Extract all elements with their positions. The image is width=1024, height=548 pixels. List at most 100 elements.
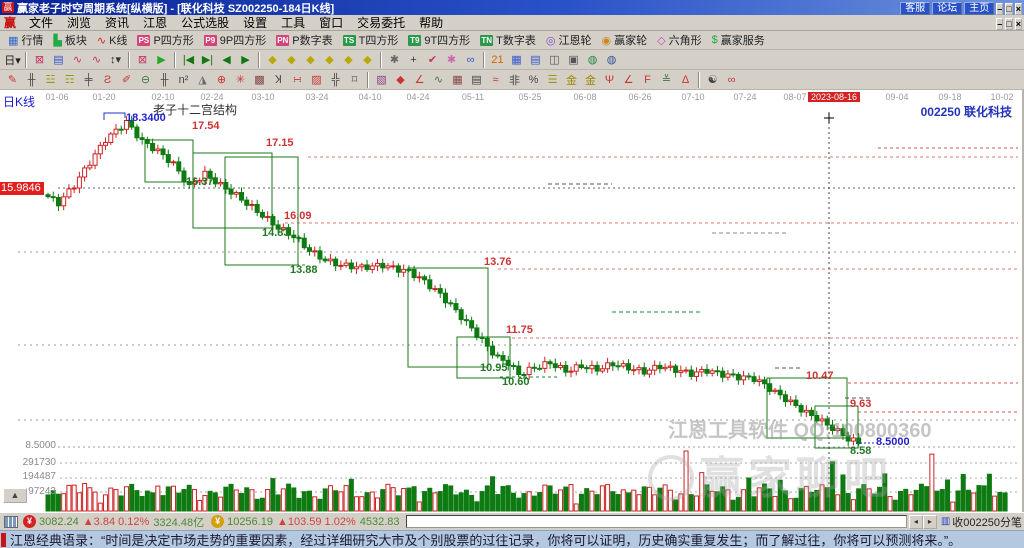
menu-设置[interactable]: 设置 — [236, 14, 274, 31]
drawing-tool-icon[interactable]: ∺ — [288, 71, 307, 89]
drawing-tool-icon[interactable]: ▨ — [307, 71, 326, 89]
tool-icon[interactable]: ◆ — [320, 51, 339, 69]
mdi-minimize-button[interactable]: – — [996, 18, 1003, 30]
tool-icon[interactable]: ⊠ — [30, 51, 49, 69]
drawing-tool-icon[interactable]: ∞ — [722, 71, 741, 89]
tool-icon[interactable]: ✱ — [385, 51, 404, 69]
tool-icon[interactable]: ◆ — [282, 51, 301, 69]
drawing-tool-icon[interactable]: 金 — [581, 71, 600, 89]
drawing-tool-icon[interactable]: ≈ — [486, 71, 505, 89]
toolbtn-行情[interactable]: ▦行情 — [3, 32, 48, 49]
drawing-tool-icon[interactable]: ◮ — [193, 71, 212, 89]
date-label[interactable]: 09-04 — [885, 92, 908, 102]
tool-icon[interactable]: ▶| — [198, 51, 217, 69]
tool-icon[interactable]: ∿ — [68, 51, 87, 69]
drawing-tool-icon[interactable]: Ʞ — [269, 71, 288, 89]
date-label[interactable]: 05-11 — [462, 92, 484, 102]
date-label[interactable]: 04-24 — [406, 92, 429, 102]
index-quote[interactable]: ¥10256.19▲103.59 1.02%4532.83 — [208, 515, 403, 528]
menu-公式选股[interactable]: 公式选股 — [174, 14, 236, 31]
drawing-tool-icon[interactable]: ╬ — [326, 71, 345, 89]
toolbtn-T四方形[interactable]: TST四方形 — [338, 32, 404, 49]
tool-icon[interactable]: ▤ — [49, 51, 68, 69]
toolbtn-T数字表[interactable]: TNT数字表 — [475, 32, 541, 49]
date-label[interactable]: 07-10 — [681, 92, 704, 102]
menu-窗口[interactable]: 窗口 — [312, 14, 350, 31]
date-label[interactable]: 03-24 — [305, 92, 328, 102]
drawing-tool-icon[interactable]: F — [638, 71, 657, 89]
date-label-selected[interactable]: 2023-08-16 — [808, 92, 860, 102]
date-label[interactable]: 07-24 — [733, 92, 756, 102]
tool-icon[interactable]: ◆ — [339, 51, 358, 69]
drawing-tool-icon[interactable]: ☶ — [60, 71, 79, 89]
drawing-tool-icon[interactable]: ▦ — [448, 71, 467, 89]
tool-icon[interactable]: ◍ — [583, 51, 602, 69]
tool-icon[interactable]: ◆ — [358, 51, 377, 69]
tool-icon[interactable]: ◆ — [301, 51, 320, 69]
drawing-tool-icon[interactable]: ∠ — [410, 71, 429, 89]
volume-pane-toggle-button[interactable]: ▲ — [3, 488, 27, 503]
menu-文件[interactable]: 文件 — [22, 14, 60, 31]
tool-icon[interactable]: ∿ — [87, 51, 106, 69]
mdi-restore-button[interactable]: □ — [1005, 18, 1012, 30]
menu-交易委托[interactable]: 交易委托 — [350, 14, 412, 31]
scroll-left-button[interactable]: ◂ — [909, 515, 923, 529]
kline-chart[interactable]: 日K线 老子十二宫结构 002250 联化科技 15.9846 江恩工具软件 Q… — [0, 90, 1024, 512]
titlebar-link[interactable]: 主页 — [964, 2, 994, 15]
date-label[interactable]: 06-26 — [628, 92, 651, 102]
date-label[interactable]: 04-10 — [358, 92, 381, 102]
tool-icon[interactable]: ▣ — [564, 51, 583, 69]
tool-icon[interactable]: ◀ — [217, 51, 236, 69]
toolbtn-9P四方形[interactable]: P99P四方形 — [199, 32, 271, 49]
tool-icon[interactable]: ∞ — [461, 51, 480, 69]
drawing-tool-icon[interactable]: ╪ — [79, 71, 98, 89]
date-label[interactable]: 03-10 — [251, 92, 274, 102]
menu-工具[interactable]: 工具 — [274, 14, 312, 31]
tick-data-link[interactable]: ▥ 收002250分笔 — [941, 514, 1022, 530]
drawing-tool-icon[interactable]: ☳ — [41, 71, 60, 89]
date-label[interactable]: 09-18 — [938, 92, 961, 102]
toolbtn-赢家服务[interactable]: $赢家服务 — [707, 32, 770, 49]
toolbtn-P数字表[interactable]: PNP数字表 — [271, 32, 337, 49]
toolbtn-K线[interactable]: ∿K线 — [92, 32, 133, 49]
horizontal-scrollbar[interactable] — [406, 515, 907, 528]
index-quote[interactable]: ¥3082.24▲3.84 0.12%3324.48亿 — [20, 514, 208, 530]
drawing-tool-icon[interactable]: ▤ — [467, 71, 486, 89]
titlebar-link[interactable]: 论坛 — [932, 2, 962, 15]
drawing-tool-icon[interactable]: % — [524, 71, 543, 89]
tool-icon[interactable]: ◍ — [602, 51, 621, 69]
drawing-tool-icon[interactable]: ☰ — [543, 71, 562, 89]
drawing-tool-icon[interactable]: ☯ — [703, 71, 722, 89]
toolbtn-赢家轮[interactable]: ◉赢家轮 — [597, 32, 653, 49]
menu-帮助[interactable]: 帮助 — [412, 14, 450, 31]
titlebar-link[interactable]: 客服 — [900, 2, 930, 15]
tool-icon[interactable]: |◀ — [179, 51, 198, 69]
date-label[interactable]: 05-25 — [518, 92, 541, 102]
menu-江恩[interactable]: 江恩 — [136, 14, 174, 31]
drawing-tool-icon[interactable]: ∿ — [429, 71, 448, 89]
toolbtn-9T四方形[interactable]: T99T四方形 — [403, 32, 475, 49]
toolbtn-板块[interactable]: ▙板块 — [48, 32, 91, 49]
drawing-tool-icon[interactable]: ⌑ — [345, 71, 364, 89]
date-label[interactable]: 08-07 — [783, 92, 806, 102]
drawing-tool-icon[interactable]: ✎ — [3, 71, 22, 89]
drawing-tool-icon[interactable]: ╫ — [22, 71, 41, 89]
drawing-tool-icon[interactable]: ✐ — [117, 71, 136, 89]
tool-icon[interactable]: ↕▾ — [106, 51, 125, 69]
tool-icon[interactable]: ▤ — [526, 51, 545, 69]
tool-icon[interactable]: ✱ — [442, 51, 461, 69]
drawing-tool-icon[interactable]: 金 — [562, 71, 581, 89]
toolbtn-P四方形[interactable]: PSP四方形 — [132, 32, 198, 49]
drawing-tool-icon[interactable]: ≚ — [657, 71, 676, 89]
toolbtn-江恩轮[interactable]: ◎江恩轮 — [541, 32, 597, 49]
tool-icon[interactable]: 21 — [488, 51, 507, 69]
drawing-tool-icon[interactable]: ⊕ — [212, 71, 231, 89]
drawing-tool-icon[interactable]: ▩ — [250, 71, 269, 89]
tool-icon[interactable]: + — [404, 51, 423, 69]
drawing-tool-icon[interactable]: ✳ — [231, 71, 250, 89]
tool-icon[interactable]: ✔ — [423, 51, 442, 69]
toolbtn-六角形[interactable]: ◇六角形 — [652, 32, 706, 49]
quote-grid-icon[interactable] — [4, 516, 18, 528]
tool-icon[interactable]: ◆ — [263, 51, 282, 69]
menu-浏览[interactable]: 浏览 — [60, 14, 98, 31]
